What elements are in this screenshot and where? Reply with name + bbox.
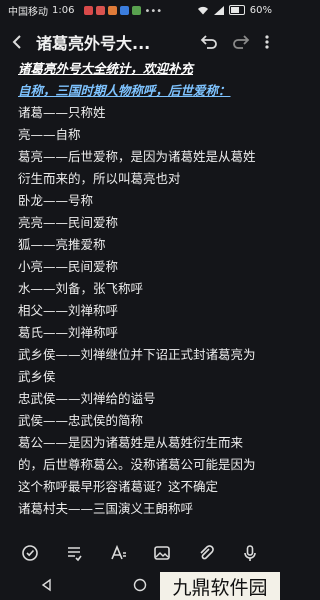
note-line: 忠武侯——刘禅给的谥号 bbox=[18, 391, 156, 406]
note-line: 这个称呼最早形容诸葛诞？这不确定 bbox=[18, 479, 219, 494]
attachment-icon[interactable] bbox=[197, 544, 215, 562]
watermark-logo: 九鼎软件园 bbox=[160, 572, 280, 600]
redo-icon[interactable] bbox=[232, 35, 250, 49]
note-line: 水——刘备，张飞称呼 bbox=[18, 281, 144, 296]
app-notification-icon bbox=[84, 5, 94, 15]
battery-icon bbox=[228, 5, 245, 15]
note-line: 武乡侯——刘禅继位并下诏正式封诸葛亮为 bbox=[18, 347, 256, 362]
editor-toolbar bbox=[0, 538, 280, 568]
app-notification-icon bbox=[132, 5, 142, 15]
overflow-dots-icon: ••• bbox=[144, 5, 163, 17]
app-notification-icon bbox=[96, 5, 106, 15]
note-line: 卧龙——号称 bbox=[18, 193, 94, 208]
undo-icon[interactable] bbox=[200, 35, 218, 49]
more-vertical-icon[interactable] bbox=[264, 34, 270, 50]
note-line: 相父——刘禅称呼 bbox=[18, 303, 119, 318]
signal-icon bbox=[213, 5, 224, 15]
note-line: 亮——自称 bbox=[18, 127, 81, 142]
note-line: 的，后世尊称葛公。没称诸葛公可能是因为 bbox=[18, 457, 256, 472]
note-line: 衍生而来的，所以叫葛亮也对 bbox=[18, 171, 181, 186]
notification-icons: ••• bbox=[84, 5, 163, 17]
status-bar: 中国移动 1:06 ••• 60% bbox=[0, 0, 280, 20]
clock: 1:06 bbox=[52, 4, 75, 16]
note-line: 武侯——忠武侯的简称 bbox=[18, 413, 144, 428]
note-line: 诸葛村夫——三国演义王朗称呼 bbox=[18, 501, 194, 516]
app-notification-icon bbox=[108, 5, 118, 15]
text-style-icon[interactable] bbox=[21, 544, 39, 562]
back-arrow-icon[interactable] bbox=[10, 34, 26, 50]
checklist-icon[interactable] bbox=[65, 544, 83, 562]
microphone-icon[interactable] bbox=[241, 544, 259, 562]
note-body[interactable]: 诸葛亮外号大全统计，欢迎补充 自称，三国时期人物称呼，后世爱称： 诸葛——只称姓… bbox=[18, 58, 268, 520]
format-icon[interactable] bbox=[109, 544, 127, 562]
note-subheading: 自称，三国时期人物称呼，后世爱称： bbox=[18, 83, 231, 98]
carrier-label: 中国移动 bbox=[8, 6, 48, 18]
note-line: 武乡侯 bbox=[18, 369, 56, 384]
image-icon[interactable] bbox=[153, 544, 171, 562]
note-heading: 诸葛亮外号大全统计，欢迎补充 bbox=[18, 61, 194, 76]
wifi-icon bbox=[197, 6, 208, 14]
note-line: 葛公——是因为诸葛姓是从葛姓衍生而来 bbox=[18, 435, 244, 450]
app-notification-icon bbox=[120, 5, 130, 15]
note-line: 亮亮——民间爱称 bbox=[18, 215, 119, 230]
note-line: 诸葛——只称姓 bbox=[18, 105, 106, 120]
note-line: 葛氏——刘禅称呼 bbox=[18, 325, 119, 340]
note-header: 诸葛亮外号大... bbox=[0, 26, 280, 58]
note-line: 狐——亮推爱称 bbox=[18, 237, 106, 252]
nav-home-icon[interactable] bbox=[133, 578, 147, 592]
nav-back-icon[interactable] bbox=[40, 578, 54, 592]
note-title: 诸葛亮外号大... bbox=[36, 34, 151, 53]
note-line: 葛亮——后世爱称，是因为诸葛姓是从葛姓 bbox=[18, 149, 256, 164]
battery-percent: 60% bbox=[249, 4, 272, 16]
note-line: 小亮——民间爱称 bbox=[18, 259, 119, 274]
